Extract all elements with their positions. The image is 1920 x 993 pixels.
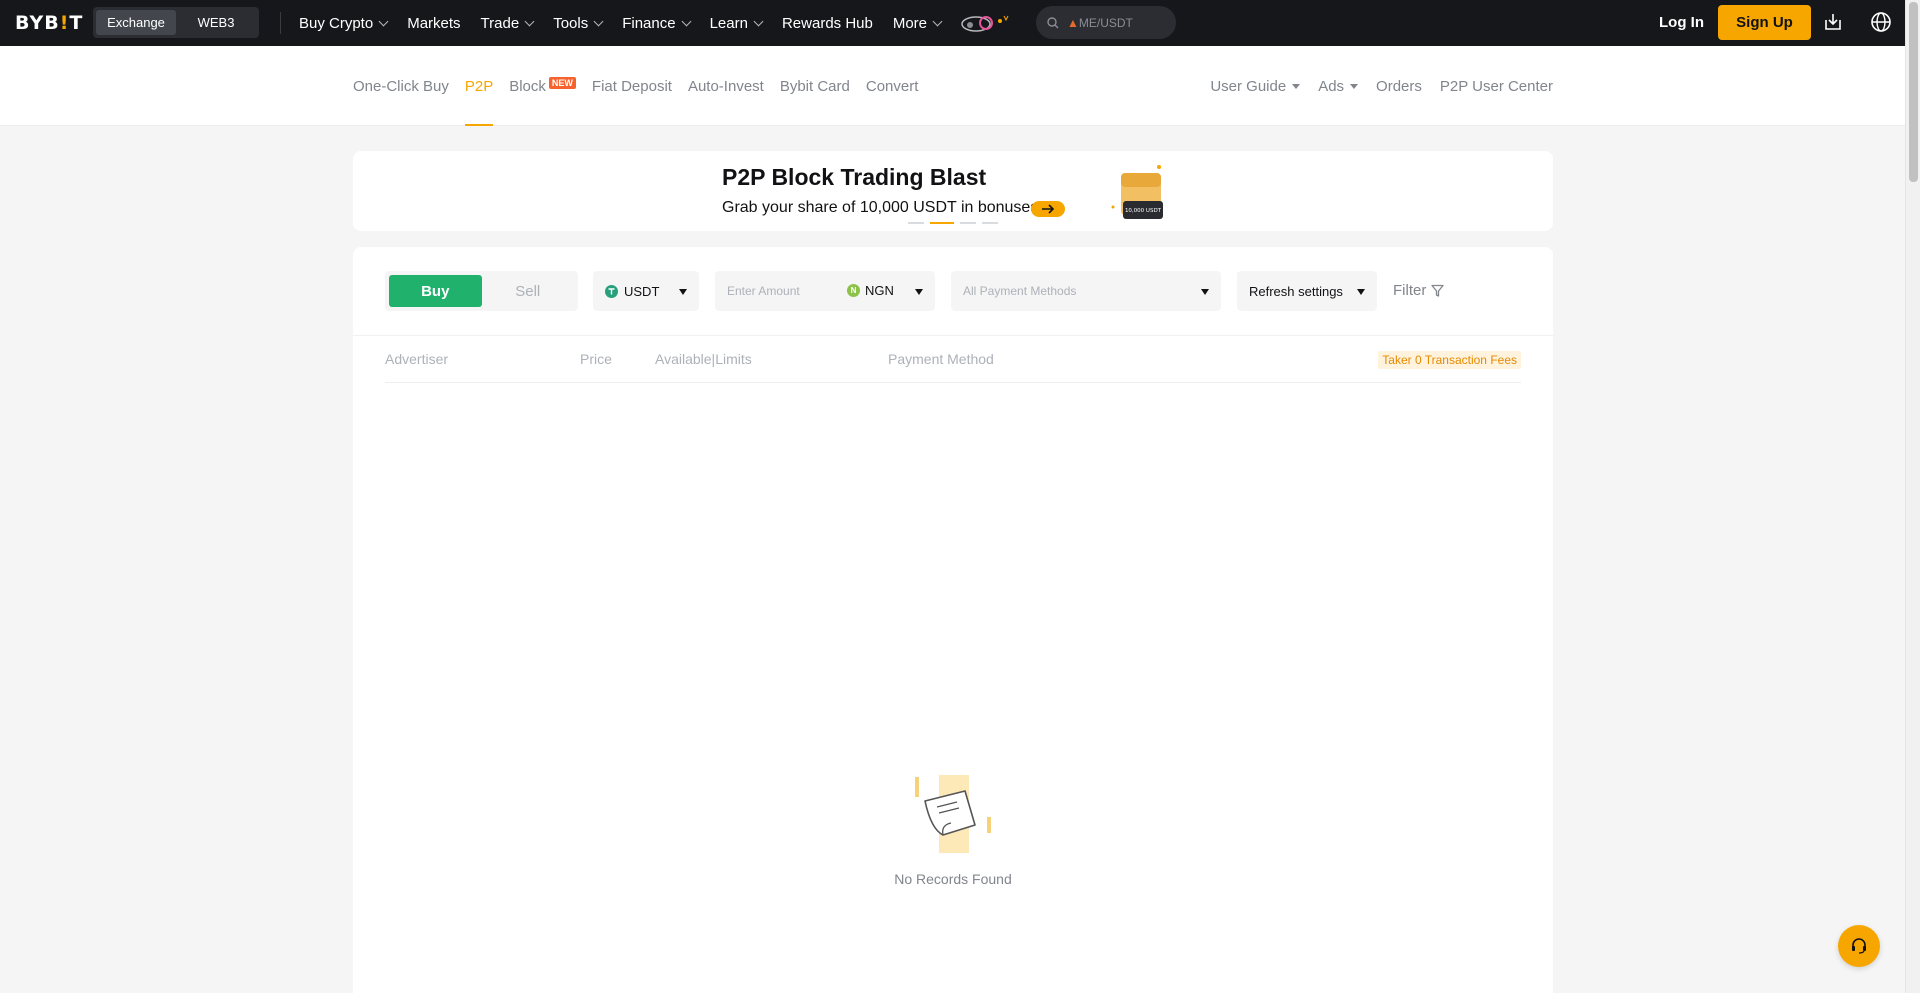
search-icon	[1047, 16, 1059, 28]
nav-markets[interactable]: Markets	[407, 15, 460, 32]
headset-icon	[1852, 938, 1866, 954]
pagination-dot-active[interactable]	[930, 222, 954, 224]
chest-label: 10,000 USDT	[1125, 208, 1162, 214]
pagination-dot[interactable]	[960, 222, 976, 224]
search-placeholder: ME/USDT	[1078, 15, 1133, 30]
nav-tools[interactable]: Tools	[553, 15, 604, 32]
payment-method-select[interactable]: All Payment Methods	[951, 271, 1221, 311]
fiat-select[interactable]: N NGN	[847, 283, 894, 298]
web3-tab[interactable]: WEB3	[176, 10, 256, 35]
column-price: Price	[580, 351, 612, 367]
coin-value: USDT	[624, 283, 660, 299]
caret-down-icon	[679, 289, 687, 295]
chevron-down-icon	[681, 16, 692, 26]
banner-title: P2P Block Trading Blast	[722, 164, 987, 190]
taker-fees-badge: Taker 0 Transaction Fees	[1378, 351, 1521, 369]
refresh-settings-select[interactable]: Refresh settings	[1237, 271, 1377, 311]
subnav-ads[interactable]: Ads	[1318, 46, 1359, 126]
filter-button[interactable]: Filter	[1393, 282, 1444, 299]
caret-down-icon	[1357, 289, 1365, 295]
new-badge: NEW	[548, 77, 576, 89]
main-nav: Buy Crypto Markets Trade Tools Finance L…	[299, 0, 961, 46]
table-header: Advertiser Price Available|Limits Paymen…	[385, 336, 1521, 383]
filter-label: Filter	[1393, 282, 1427, 299]
chevron-down-icon	[932, 16, 943, 26]
top-navbar: BYB!T Exchange WEB3 Buy Crypto Markets T…	[0, 0, 1905, 46]
sell-tab[interactable]: Sell	[482, 275, 575, 307]
promo-event-icon[interactable]	[956, 12, 1010, 34]
exchange-tab[interactable]: Exchange	[96, 10, 176, 35]
column-advertiser: Advertiser	[385, 351, 449, 367]
page-scrollbar[interactable]	[1905, 0, 1920, 993]
treasure-chest-image: 10,000 USDT	[1111, 165, 1163, 219]
subnav-convert[interactable]: Convert	[866, 46, 919, 126]
fiat-value: NGN	[865, 283, 894, 298]
caret-down-icon	[1350, 83, 1359, 89]
nav-more[interactable]: More	[893, 15, 943, 32]
chevron-down-icon	[378, 16, 389, 26]
subnav-one-click-buy[interactable]: One-Click Buy	[353, 46, 449, 126]
subnav-p2p-user-center[interactable]: P2P User Center	[1440, 46, 1553, 126]
banner-subtitle: Grab your share of 10,000 USDT in bonuse…	[722, 199, 1043, 216]
chevron-down-icon	[593, 16, 604, 26]
caret-down-icon	[1201, 289, 1209, 295]
nav-finance[interactable]: Finance	[622, 15, 692, 32]
subnav-user-guide[interactable]: User Guide	[1210, 46, 1301, 126]
arrow-right-icon	[1042, 204, 1055, 214]
globe-icon[interactable]	[1870, 11, 1892, 33]
download-icon[interactable]	[1823, 12, 1843, 32]
subnav-orders[interactable]: Orders	[1376, 46, 1422, 126]
exchange-web3-switch: Exchange WEB3	[93, 7, 259, 38]
search-bar[interactable]: ▲ME/USDT	[1036, 6, 1176, 39]
buy-sell-toggle: Buy Sell	[385, 271, 578, 311]
buy-tab[interactable]: Buy	[389, 275, 482, 307]
pagination-dot[interactable]	[908, 222, 924, 224]
refresh-label: Refresh settings	[1249, 283, 1343, 299]
subnav-auto-invest[interactable]: Auto-Invest	[688, 46, 764, 126]
fire-icon: ▲	[1067, 15, 1079, 30]
banner-pagination	[908, 222, 998, 224]
caret-down-icon	[915, 289, 923, 295]
subnav-bybit-card[interactable]: Bybit Card	[780, 46, 850, 126]
ngn-currency-icon: N	[847, 284, 860, 297]
chevron-down-icon	[753, 16, 764, 26]
pagination-dot[interactable]	[982, 222, 998, 224]
amount-placeholder: Enter Amount	[727, 284, 800, 298]
chevron-down-icon	[524, 16, 535, 26]
payment-placeholder: All Payment Methods	[963, 284, 1077, 298]
customer-support-button[interactable]	[1838, 925, 1880, 967]
scrollbar-thumb[interactable]	[1909, 2, 1918, 182]
nav-rewards-hub[interactable]: Rewards Hub	[782, 15, 873, 32]
signup-button[interactable]: Sign Up	[1718, 5, 1811, 40]
filter-icon	[1431, 284, 1444, 297]
subnav-fiat-deposit[interactable]: Fiat Deposit	[592, 46, 672, 126]
nav-divider	[280, 12, 281, 34]
bybit-logo[interactable]: BYB!T	[15, 12, 83, 34]
caret-down-icon	[1292, 83, 1301, 89]
coin-select[interactable]: USDT	[593, 271, 699, 311]
login-button[interactable]: Log In	[1659, 14, 1704, 31]
p2p-subnav: One-Click Buy P2P Block NEW Fiat Deposit …	[0, 46, 1905, 126]
p2p-market-card: Buy Sell USDT Enter Amount N NGN All Pay…	[353, 247, 1553, 993]
banner-arrow-button[interactable]	[1031, 201, 1065, 217]
nav-buy-crypto[interactable]: Buy Crypto	[299, 15, 389, 32]
amount-input[interactable]: Enter Amount N NGN	[715, 271, 935, 311]
empty-state: No Records Found	[353, 767, 1553, 887]
promo-banner[interactable]: P2P Block Trading Blast Grab your share …	[353, 151, 1553, 231]
subnav-p2p[interactable]: P2P	[464, 46, 494, 126]
no-records-text: No Records Found	[894, 871, 1012, 887]
empty-document-icon	[915, 775, 991, 853]
column-available-limits: Available|Limits	[655, 351, 752, 367]
nav-learn[interactable]: Learn	[710, 15, 764, 32]
nav-trade[interactable]: Trade	[481, 15, 535, 32]
subnav-block[interactable]: Block NEW	[509, 46, 576, 126]
column-payment-method: Payment Method	[888, 351, 994, 367]
usdt-coin-icon	[605, 284, 618, 298]
